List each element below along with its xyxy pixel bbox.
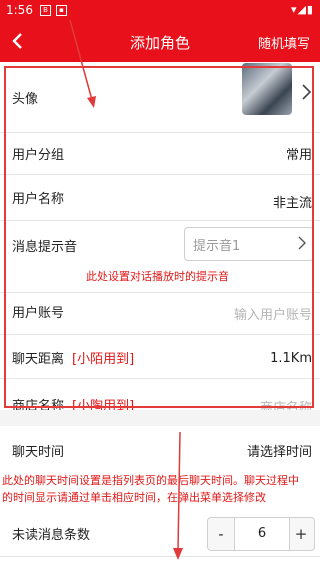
distance-label: 聊天距离 (12, 352, 65, 367)
chat-time-note-2: 的时间显示请通过单击相应时间，在弹出菜单选择修改 (2, 491, 266, 504)
status-time: 1:56 (6, 3, 33, 17)
group-value: 常用 (285, 148, 312, 163)
section-divider (0, 410, 320, 426)
notification-icon: B (40, 5, 51, 16)
unread-count-input[interactable]: 6 (234, 518, 290, 550)
chat-time-row[interactable]: 聊天时间 请选择时间 (0, 426, 320, 466)
distance-tag: [小陌用到] (72, 352, 135, 367)
notice-note: 此处设置对话播放时的提示音 (86, 270, 229, 283)
group-row[interactable]: 用户分组 常用 (0, 132, 320, 175)
random-fill-button[interactable]: 随机填写 (258, 33, 310, 52)
chevron-right-icon (298, 236, 306, 250)
chat-time-label: 聊天时间 (12, 445, 65, 460)
increment-button[interactable]: + (288, 518, 314, 550)
chat-time-note-1: 此处的聊天时间设置是指列表页的最后聊天时间。聊天过程中 (2, 474, 299, 487)
notice-sound-select[interactable]: 提示音1 (184, 227, 314, 261)
name-row: 用户名称 非主流 (0, 174, 320, 221)
distance-field[interactable]: 1.1Km (270, 351, 312, 366)
notice-sound-value: 提示音1 (193, 239, 241, 254)
notice-label: 消息提示音 (12, 240, 78, 255)
group-label: 用户分组 (12, 148, 65, 163)
chevron-right-icon (302, 84, 312, 100)
app-bar: 添加角色 随机填写 (0, 20, 320, 62)
shop-row: 商店名称 [小陶用到] 商店名称 (0, 378, 320, 416)
decrement-button[interactable]: - (208, 518, 234, 550)
status-bar: 1:56 B ▪ ▾◢▮ (0, 0, 320, 20)
avatar-label: 头像 (12, 92, 39, 107)
notification-icon-2: ▪ (56, 5, 67, 16)
distance-row: 聊天距离 [小陌用到] 1.1Km (0, 334, 320, 379)
signal-battery-icons: ▾◢▮ (290, 3, 314, 16)
account-row: 用户账号 输入用户账号 (0, 292, 320, 335)
name-field[interactable]: 非主流 (273, 192, 312, 211)
name-label: 用户名称 (12, 192, 65, 207)
account-input[interactable]: 输入用户账号 (234, 304, 312, 323)
unread-label: 未读消息条数 (12, 528, 91, 543)
chat-time-value: 请选择时间 (246, 445, 312, 460)
avatar[interactable] (242, 63, 292, 115)
account-label: 用户账号 (12, 306, 65, 321)
unread-stepper: - 6 + (207, 517, 315, 551)
